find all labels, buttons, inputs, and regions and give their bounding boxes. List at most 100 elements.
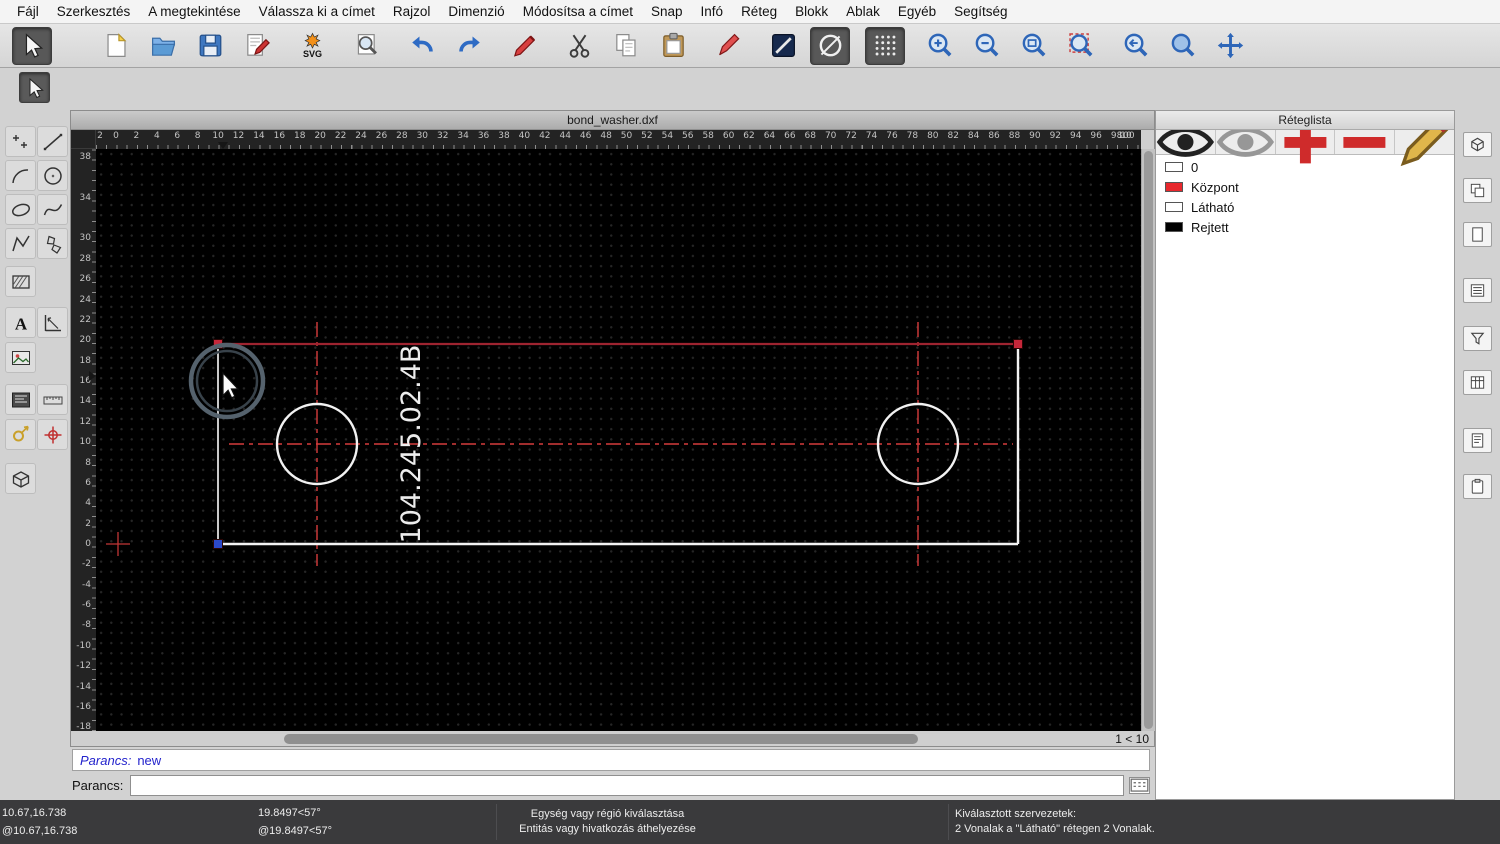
drawing-canvas[interactable]: 104.245.02.4B bbox=[96, 149, 1141, 731]
layer-panel-add-layer-button[interactable] bbox=[1276, 121, 1336, 164]
palette-spline-tool[interactable] bbox=[37, 194, 68, 225]
new-file-icon bbox=[106, 33, 126, 57]
ruler-label: 28 bbox=[396, 131, 408, 141]
palette-points-tool[interactable] bbox=[5, 126, 36, 157]
layer-panel: Réteglista 0 Központ Látható Rejtett bbox=[1155, 110, 1455, 800]
palette-hatch-tool[interactable] bbox=[5, 266, 36, 297]
layer-panel-toolbar bbox=[1156, 117, 1454, 166]
dock-clipboard-button[interactable] bbox=[1463, 474, 1492, 499]
toolbar-edit-drawing-button[interactable] bbox=[237, 27, 277, 65]
palette-snap-tool[interactable] bbox=[37, 419, 68, 450]
palette-dimension-tool[interactable] bbox=[37, 307, 68, 338]
palette-text-tool[interactable]: A bbox=[5, 307, 36, 338]
toolbar-zoom-out-button[interactable] bbox=[967, 27, 1007, 65]
menu-blokk[interactable]: Blokk bbox=[786, 4, 837, 19]
layer-panel-toggle-construction-button[interactable] bbox=[1216, 127, 1276, 157]
toolbar-grid-toggle-button[interactable] bbox=[865, 26, 905, 65]
zoom-select-icon bbox=[1068, 33, 1092, 57]
dock-cube-button[interactable] bbox=[1463, 132, 1492, 157]
dock-table-button[interactable] bbox=[1463, 370, 1492, 395]
toolbar-zoom-auto-button[interactable] bbox=[1014, 27, 1054, 65]
toolbar-zoom-previous-button[interactable] bbox=[1116, 27, 1156, 65]
ruler-label: 8 bbox=[85, 457, 91, 468]
vertical-scrollbar-thumb[interactable] bbox=[1144, 151, 1153, 729]
menu-inf[interactable]: Infó bbox=[692, 4, 733, 19]
selection-handle[interactable] bbox=[1013, 339, 1023, 349]
toolbar-edit-pen-button[interactable] bbox=[504, 27, 544, 65]
menu-a-megtekint-se[interactable]: A megtekintése bbox=[139, 4, 249, 19]
layer-row-0[interactable]: 0 bbox=[1156, 157, 1454, 177]
toolbar-print-preview-button[interactable] bbox=[347, 27, 387, 65]
ruler-label: 28 bbox=[79, 253, 91, 264]
menu-seg-ts-g[interactable]: Segítség bbox=[945, 4, 1016, 19]
toolbar-circle-tool-button[interactable] bbox=[810, 26, 850, 65]
toolbar-select-arrow-button[interactable] bbox=[12, 26, 52, 65]
palette-circle-tool[interactable] bbox=[37, 160, 68, 191]
dock-layers-button[interactable] bbox=[1463, 178, 1492, 203]
toolbar-svg-export-button[interactable]: SVG bbox=[292, 27, 332, 65]
menu-rajzol[interactable]: Rajzol bbox=[384, 4, 440, 19]
palette-box3d-tool[interactable] bbox=[5, 463, 36, 494]
palette-modify-tool[interactable] bbox=[5, 419, 36, 450]
selection-handle[interactable] bbox=[213, 539, 223, 549]
dock-filter-button[interactable] bbox=[1463, 326, 1492, 351]
dock-page-button[interactable] bbox=[1463, 222, 1492, 247]
menu-m-dos-tsa-a-c-met[interactable]: Módosítsa a címet bbox=[514, 4, 642, 19]
layer-panel-toggle-all-visible-button[interactable] bbox=[1156, 127, 1216, 157]
status-rel-coordinates: @10.67,16.738 bbox=[2, 825, 78, 837]
menu-f-jl[interactable]: Fájl bbox=[8, 4, 48, 19]
toolbar-draw-pen-button[interactable] bbox=[708, 27, 748, 65]
menu-ablak[interactable]: Ablak bbox=[837, 4, 889, 19]
toolbar-line-attributes-button[interactable] bbox=[763, 27, 803, 65]
toolbar-undo-button[interactable] bbox=[402, 27, 442, 65]
toolbar-zoom-pan-button[interactable] bbox=[1210, 27, 1250, 65]
menu-bar: Fájl Szerkesztés A megtekintése Válassza ki… bbox=[0, 0, 1500, 24]
menu-snap[interactable]: Snap bbox=[642, 4, 692, 19]
ruler-label: 20 bbox=[79, 335, 91, 346]
palette-polygon-tool[interactable] bbox=[37, 228, 68, 259]
layer-row-rejtett[interactable]: Rejtett bbox=[1156, 217, 1454, 237]
toolbar-zoom-window-button[interactable] bbox=[1163, 27, 1203, 65]
menu-r-teg[interactable]: Réteg bbox=[732, 4, 786, 19]
toolbar-open-file-button[interactable] bbox=[143, 27, 183, 65]
document-titlebar[interactable]: bond_washer.dxf bbox=[71, 111, 1154, 130]
drawing-text-label[interactable]: 104.245.02.4B bbox=[396, 345, 427, 544]
toolbar-save-file-button[interactable] bbox=[190, 27, 230, 65]
menu-szerkeszt-s[interactable]: Szerkesztés bbox=[48, 4, 140, 19]
layer-panel-edit-layer-button[interactable] bbox=[1395, 117, 1454, 166]
palette-line-tool[interactable] bbox=[37, 126, 68, 157]
layer-row-l-that[interactable]: Látható bbox=[1156, 197, 1454, 217]
toolbar-cut-button[interactable] bbox=[559, 27, 599, 65]
palette-ellipse-tool[interactable] bbox=[5, 194, 36, 225]
layer-panel-remove-layer-button[interactable] bbox=[1335, 130, 1396, 154]
horizontal-scrollbar-thumb[interactable] bbox=[284, 734, 918, 744]
ruler-label: 56 bbox=[682, 131, 694, 141]
toolbar-redo-button[interactable] bbox=[449, 27, 489, 65]
vertical-scrollbar[interactable] bbox=[1141, 149, 1155, 731]
palette-ruler-tool[interactable] bbox=[37, 384, 68, 415]
palette-polyline-tool[interactable] bbox=[5, 228, 36, 259]
ruler-label: 8 bbox=[194, 131, 201, 141]
command-input[interactable] bbox=[130, 775, 1124, 796]
layer-row-k-zpont[interactable]: Központ bbox=[1156, 177, 1454, 197]
toolbar-zoom-select-button[interactable] bbox=[1061, 27, 1101, 65]
toolbar-paste-button[interactable] bbox=[653, 27, 693, 65]
keyboard-toggle-button[interactable] bbox=[1129, 777, 1150, 794]
dock-notes-button[interactable] bbox=[1463, 428, 1492, 453]
horizontal-scrollbar[interactable] bbox=[96, 732, 1108, 746]
menu-dimenzi[interactable]: Dimenzió bbox=[439, 4, 513, 19]
palette-measure-tool[interactable] bbox=[5, 384, 36, 415]
toolbar-copy-button[interactable] bbox=[606, 27, 646, 65]
palette-select-tool[interactable] bbox=[19, 72, 50, 103]
menu-v-lassza-ki-a-c-met[interactable]: Válassza ki a címet bbox=[250, 4, 384, 19]
command-history-entry: new bbox=[137, 752, 162, 768]
ruler-label: 0 bbox=[113, 131, 119, 141]
dock-list-button[interactable] bbox=[1463, 278, 1492, 303]
palette-arc-tool[interactable] bbox=[5, 160, 36, 191]
menu-egy-b[interactable]: Egyéb bbox=[889, 4, 945, 19]
save-file-icon bbox=[199, 34, 221, 57]
toolbar-new-file-button[interactable] bbox=[96, 27, 136, 65]
ruler-label: 84 bbox=[967, 131, 980, 141]
palette-image-tool[interactable] bbox=[5, 342, 36, 373]
toolbar-zoom-in-button[interactable] bbox=[920, 27, 960, 65]
